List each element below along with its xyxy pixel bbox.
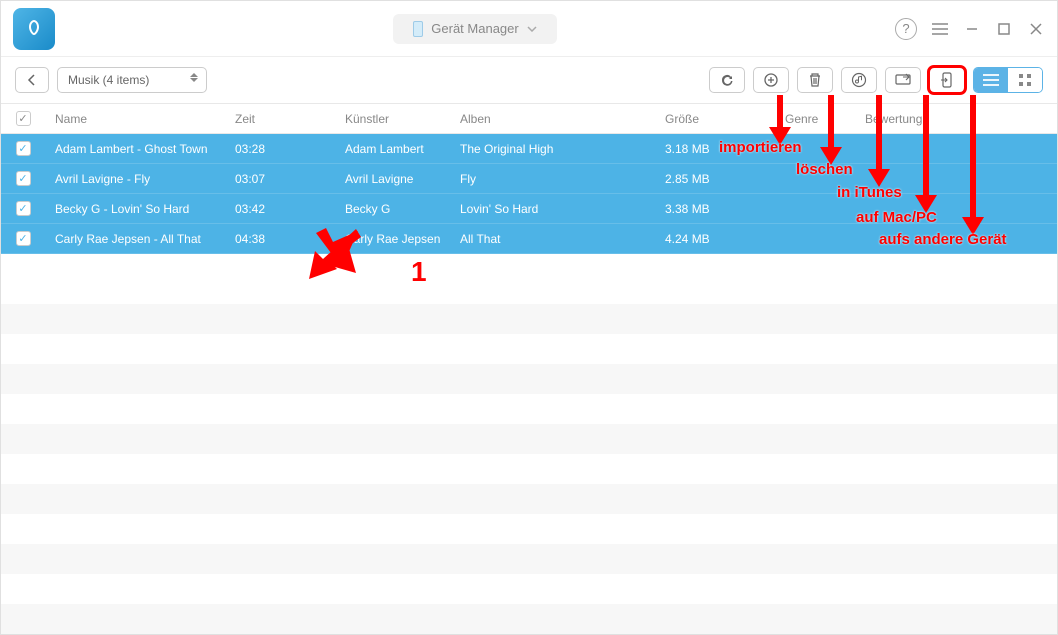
col-rating[interactable]: Bewertung bbox=[865, 112, 1057, 126]
col-size[interactable]: Größe bbox=[665, 112, 785, 126]
music-table: Name Zeit Künstler Alben Größe Genre Bew… bbox=[1, 103, 1057, 634]
cell-name: Adam Lambert - Ghost Town bbox=[45, 142, 235, 156]
empty-rows bbox=[1, 304, 1057, 634]
delete-button[interactable] bbox=[797, 67, 833, 93]
help-button[interactable]: ? bbox=[895, 18, 917, 40]
to-device-button[interactable] bbox=[929, 67, 965, 93]
table-row[interactable]: Adam Lambert - Ghost Town 03:28 Adam Lam… bbox=[1, 134, 1057, 164]
cell-time: 03:07 bbox=[235, 172, 345, 186]
list-icon bbox=[983, 74, 999, 86]
chevron-left-icon bbox=[27, 74, 37, 86]
to-computer-button[interactable] bbox=[885, 67, 921, 93]
annotation-delete: löschen bbox=[796, 161, 853, 178]
menu-button[interactable] bbox=[931, 20, 949, 38]
cell-album: Lovin' So Hard bbox=[460, 202, 665, 216]
cell-artist: Avril Lavigne bbox=[345, 172, 460, 186]
row-checkbox[interactable] bbox=[16, 201, 31, 216]
col-time[interactable]: Zeit bbox=[235, 112, 345, 126]
device-selector[interactable]: Gerät Manager bbox=[393, 14, 556, 44]
refresh-button[interactable] bbox=[709, 67, 745, 93]
grid-view-button[interactable] bbox=[1008, 68, 1042, 92]
cell-size: 3.38 MB bbox=[665, 202, 785, 216]
minimize-button[interactable] bbox=[963, 20, 981, 38]
row-checkbox[interactable] bbox=[16, 171, 31, 186]
annotation-other: aufs andere Gerät bbox=[879, 231, 1007, 248]
row-checkbox[interactable] bbox=[16, 231, 31, 246]
grid-icon bbox=[1018, 73, 1032, 87]
col-album[interactable]: Alben bbox=[460, 112, 665, 126]
category-label: Musik (4 items) bbox=[68, 73, 149, 87]
cell-album: The Original High bbox=[460, 142, 665, 156]
annotation-macpc: auf Mac/PC bbox=[856, 209, 937, 226]
plus-circle-icon bbox=[763, 72, 779, 88]
cell-name: Becky G - Lovin' So Hard bbox=[45, 202, 235, 216]
itunes-icon bbox=[851, 72, 867, 88]
computer-icon bbox=[894, 73, 912, 87]
view-toggle bbox=[973, 67, 1043, 93]
cell-size: 4.24 MB bbox=[665, 232, 785, 246]
refresh-icon bbox=[719, 72, 735, 88]
import-button[interactable] bbox=[753, 67, 789, 93]
cell-size: 2.85 MB bbox=[665, 172, 785, 186]
phone-icon bbox=[413, 21, 423, 37]
to-itunes-button[interactable] bbox=[841, 67, 877, 93]
close-button[interactable] bbox=[1027, 20, 1045, 38]
trash-icon bbox=[808, 72, 822, 88]
annotation-itunes: in iTunes bbox=[837, 184, 902, 201]
annotation-cursor-arrow-icon bbox=[301, 219, 371, 289]
chevron-down-icon bbox=[527, 26, 537, 32]
cell-artist: Adam Lambert bbox=[345, 142, 460, 156]
select-all-checkbox[interactable] bbox=[16, 111, 31, 126]
toolbar: Musik (4 items) bbox=[1, 57, 1057, 103]
maximize-button[interactable] bbox=[995, 20, 1013, 38]
category-dropdown[interactable]: Musik (4 items) bbox=[57, 67, 207, 93]
cell-time: 03:42 bbox=[235, 202, 345, 216]
cell-time: 03:28 bbox=[235, 142, 345, 156]
device-label: Gerät Manager bbox=[431, 21, 518, 36]
list-view-button[interactable] bbox=[974, 68, 1008, 92]
app-logo bbox=[13, 8, 55, 50]
title-bar: Gerät Manager ? bbox=[1, 1, 1057, 57]
col-artist[interactable]: Künstler bbox=[345, 112, 460, 126]
annotation-import: importieren bbox=[719, 139, 802, 156]
device-transfer-icon bbox=[940, 72, 954, 88]
cell-album: All That bbox=[460, 232, 665, 246]
back-button[interactable] bbox=[15, 67, 49, 93]
cell-name: Carly Rae Jepsen - All That bbox=[45, 232, 235, 246]
table-header: Name Zeit Künstler Alben Größe Genre Bew… bbox=[1, 104, 1057, 134]
annotation-step-number: 1 bbox=[411, 256, 427, 288]
row-checkbox[interactable] bbox=[16, 141, 31, 156]
cell-name: Avril Lavigne - Fly bbox=[45, 172, 235, 186]
col-name[interactable]: Name bbox=[45, 112, 235, 126]
col-genre[interactable]: Genre bbox=[785, 112, 865, 126]
cell-artist: Becky G bbox=[345, 202, 460, 216]
cell-album: Fly bbox=[460, 172, 665, 186]
